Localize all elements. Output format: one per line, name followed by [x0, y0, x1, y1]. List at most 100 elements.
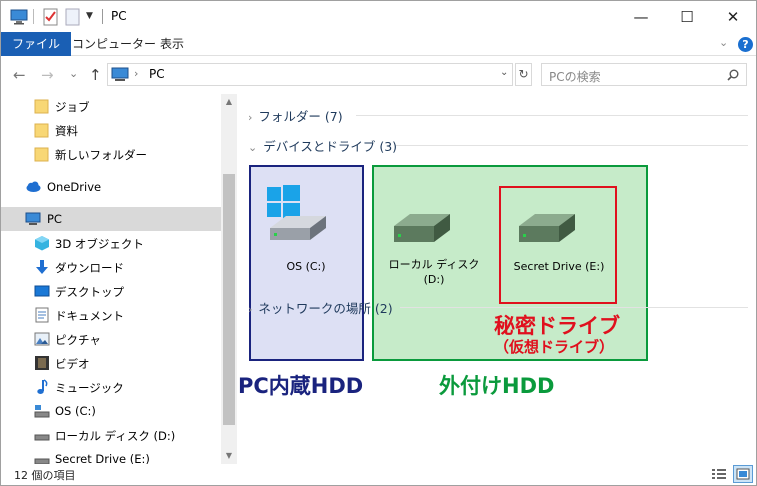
sidebar-item-label: ビデオ	[55, 357, 90, 371]
virtual-drive-annotation: （仮想ドライブ）	[494, 338, 615, 356]
title-divider	[33, 9, 34, 24]
sidebar-item-label: 3D オブジェクト	[55, 237, 144, 251]
group-header-devices[interactable]: ⌄ デバイスとドライブ (3)	[248, 136, 397, 155]
details-view-icon[interactable]	[711, 467, 727, 481]
sidebar-item-label: ダウンロード	[55, 261, 124, 275]
drive-label-secret-drive: Secret Drive (E:)	[513, 260, 605, 273]
quick-access-dropdown[interactable]: ▼	[86, 11, 93, 21]
folder-icon	[34, 99, 49, 114]
forward-button[interactable]: →	[41, 66, 54, 84]
group-label: デバイスとドライブ (3)	[263, 139, 398, 154]
large-icons-view-icon	[736, 468, 750, 480]
address-dropdown-icon[interactable]: ⌄	[500, 67, 508, 78]
minimize-button[interactable]: —	[618, 1, 664, 32]
tab-view[interactable]: 表示	[149, 32, 195, 56]
breadcrumb-chevron-icon[interactable]: ›	[134, 67, 138, 80]
chevron-right-icon: ›	[248, 111, 253, 124]
ribbon-tabs: ファイル コンピューター 表示 ⌄ ?	[1, 32, 756, 56]
sidebar-item-pictures[interactable]: ピクチャ	[1, 327, 221, 351]
folder-icon	[34, 123, 49, 138]
video-icon	[35, 356, 49, 370]
ribbon-expand-icon[interactable]: ⌄	[719, 36, 728, 49]
folder-icon	[34, 147, 49, 162]
properties-icon[interactable]	[43, 8, 59, 26]
sidebar-item-videos[interactable]: ビデオ	[1, 351, 221, 375]
item-count: 12 個の項目	[14, 469, 76, 482]
picture-icon	[34, 332, 50, 346]
new-folder-icon[interactable]	[65, 8, 81, 26]
drive-icon[interactable]	[390, 212, 456, 248]
title-separator	[102, 9, 103, 24]
search-placeholder: PCの検索	[549, 70, 601, 84]
sidebar-item-os-c[interactable]: OS (C:)	[1, 399, 221, 423]
drive-icon	[34, 405, 50, 418]
title-bar: ▼ PC — ☐ ✕	[1, 1, 756, 32]
navigation-pane: ジョブ 資料 新しいフォルダー OneDrive PC 3D オブジェクト ダウ…	[1, 94, 237, 464]
internal-hdd-annotation: PC内蔵HDD	[238, 374, 364, 398]
drive-icon	[34, 434, 50, 441]
sidebar-item-label: 資料	[55, 124, 78, 138]
sidebar-item-label: ピクチャ	[55, 333, 101, 347]
scroll-thumb[interactable]	[223, 174, 235, 425]
search-icon[interactable]	[727, 69, 739, 81]
sidebar-item-new-folder[interactable]: 新しいフォルダー	[1, 142, 221, 166]
breadcrumb-pc[interactable]: PC	[149, 67, 165, 81]
drive-icon	[34, 458, 50, 464]
close-button[interactable]: ✕	[710, 1, 756, 32]
sidebar-item-3d-objects[interactable]: 3D オブジェクト	[1, 231, 221, 255]
sidebar-item-local-disk-d[interactable]: ローカル ディスク (D:)	[1, 423, 221, 447]
status-bar: 12 個の項目	[1, 464, 756, 485]
group-divider	[400, 307, 748, 308]
sidebar-item-onedrive[interactable]: OneDrive	[1, 175, 221, 199]
sidebar-item-label: PC	[47, 212, 62, 226]
back-button[interactable]: ←	[13, 66, 26, 84]
scroll-up-arrow-icon[interactable]: ▲	[221, 94, 237, 110]
document-icon	[35, 307, 49, 323]
computer-icon	[25, 212, 41, 225]
sidebar-item-label: OneDrive	[47, 180, 102, 194]
drive-label-os: OS (C:)	[286, 260, 326, 273]
scroll-down-arrow-icon[interactable]: ▼	[221, 448, 237, 464]
address-bar[interactable]: › ⌄	[107, 63, 513, 86]
group-header-folders[interactable]: › フォルダー (7)	[248, 106, 343, 125]
refresh-button[interactable]: ↻	[515, 63, 532, 86]
up-button[interactable]: ↑	[89, 66, 102, 84]
computer-icon	[111, 67, 129, 81]
navigation-bar: ← → ⌄ ↑ › ⌄ PC ↻ PCの検索	[1, 57, 756, 93]
sidebar-item-desktop[interactable]: デスクトップ	[1, 279, 221, 303]
recent-locations-button[interactable]: ⌄	[69, 67, 78, 80]
sidebar-item-job[interactable]: ジョブ	[1, 94, 221, 118]
sidebar-item-label: ミュージック	[55, 381, 124, 395]
sidebar-item-label: ジョブ	[55, 100, 90, 114]
search-input[interactable]: PCの検索	[541, 63, 747, 86]
group-label: ネットワークの場所 (2)	[258, 301, 393, 316]
music-icon	[37, 379, 48, 394]
maximize-button[interactable]: ☐	[664, 1, 710, 32]
chevron-right-icon: ›	[248, 303, 253, 316]
sidebar-item-secret-drive-e[interactable]: Secret Drive (E:)	[1, 447, 221, 464]
sidebar-item-music[interactable]: ミュージック	[1, 375, 221, 399]
window-title: PC	[111, 9, 127, 23]
sidebar-scrollbar[interactable]: ▲ ▼	[221, 94, 237, 464]
content-pane: › フォルダー (7) ⌄ デバイスとドライブ (3) OS (C:) ローカル…	[238, 94, 756, 464]
sidebar-item-documents[interactable]: ドキュメント	[1, 303, 221, 327]
computer-icon	[10, 9, 28, 25]
group-divider	[356, 115, 748, 116]
chevron-down-icon: ⌄	[248, 141, 258, 154]
group-header-network[interactable]: › ネットワークの場所 (2)	[248, 298, 393, 317]
group-divider	[396, 145, 748, 146]
sidebar-item-label: ドキュメント	[55, 309, 124, 323]
help-icon[interactable]: ?	[738, 37, 753, 52]
sidebar-item-downloads[interactable]: ダウンロード	[1, 255, 221, 279]
drive-icon[interactable]	[515, 212, 581, 248]
large-icons-view-button[interactable]	[733, 465, 753, 483]
windows-drive-icon[interactable]	[264, 184, 330, 246]
sidebar-item-label: OS (C:)	[55, 404, 96, 418]
sidebar-item-documents-jp[interactable]: 資料	[1, 118, 221, 142]
sidebar-item-label: Secret Drive (E:)	[55, 452, 150, 464]
desktop-icon	[34, 285, 50, 297]
external-hdd-annotation: 外付けHDD	[439, 374, 555, 398]
explorer-window: ▼ PC — ☐ ✕ ファイル コンピューター 表示 ⌄ ? ← → ⌄ ↑ ›…	[0, 0, 757, 486]
cube-icon	[35, 236, 49, 251]
sidebar-item-pc[interactable]: PC	[1, 207, 221, 231]
